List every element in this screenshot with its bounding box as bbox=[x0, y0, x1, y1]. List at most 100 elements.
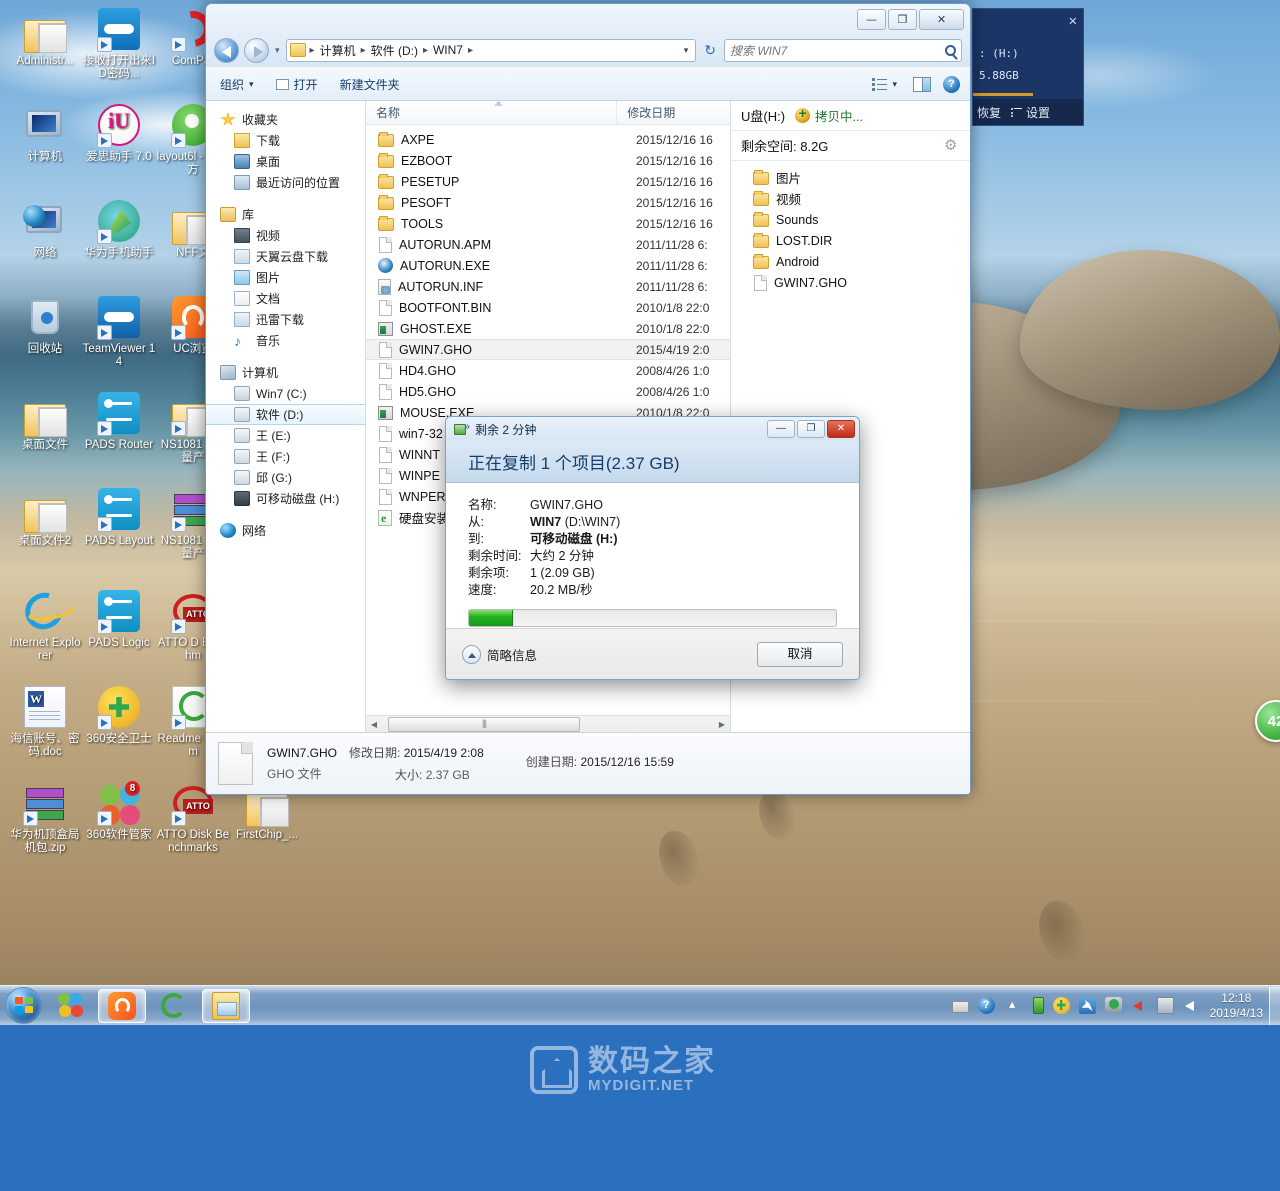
search-input[interactable]: 搜索 WIN7 bbox=[730, 42, 945, 59]
desktop-icon-recycle[interactable]: 回收站 bbox=[8, 296, 82, 356]
desktop-icon-aisi[interactable]: iU爱思助手 7.0 bbox=[82, 104, 156, 164]
desktop-icon-360soft[interactable]: 8360软件管家 bbox=[82, 782, 156, 842]
help-icon[interactable]: ? bbox=[943, 76, 960, 93]
minimize-button[interactable]: — bbox=[857, 9, 886, 30]
network-icon[interactable] bbox=[1157, 997, 1174, 1014]
cancel-button[interactable]: 取消 bbox=[757, 642, 843, 667]
udisk-item[interactable]: 视频 bbox=[731, 188, 970, 209]
udisk-item[interactable]: 图片 bbox=[731, 167, 970, 188]
nav-item-桌面[interactable]: 桌面 bbox=[206, 151, 365, 172]
breadcrumb-win7[interactable]: WIN7 bbox=[430, 42, 466, 58]
organize-button[interactable]: 组织 ▾ bbox=[216, 73, 258, 96]
nav-item-邱 (G:)[interactable]: 邱 (G:) bbox=[206, 467, 365, 488]
restore-button[interactable]: 恢复 bbox=[977, 104, 1001, 121]
scroll-right-button[interactable]: ▶ bbox=[714, 717, 730, 732]
gear-icon[interactable]: ⚙ bbox=[944, 138, 960, 154]
copy-maximize-button[interactable]: ❐ bbox=[797, 420, 825, 438]
nav-item-天翼云盘下载[interactable]: 天翼云盘下载 bbox=[206, 246, 365, 267]
settings-button[interactable]: 设置 bbox=[1011, 104, 1050, 121]
copy-dialog-titlebar[interactable]: 剩余 2 分钟 — ❐ ✕ bbox=[446, 417, 859, 441]
keyboard-icon[interactable] bbox=[952, 1001, 969, 1013]
file-row[interactable]: AUTORUN.INF2011/11/28 6: bbox=[366, 276, 730, 297]
copy-close-button[interactable]: ✕ bbox=[827, 420, 855, 438]
forward-button[interactable] bbox=[244, 38, 269, 63]
desktop-icon-folder-open[interactable]: 桌面文件 bbox=[8, 392, 82, 452]
nav-item-王 (F:)[interactable]: 王 (F:) bbox=[206, 446, 365, 467]
desktop-icon-computer[interactable]: 计算机 bbox=[8, 104, 82, 164]
nav-item-文档[interactable]: 文档 bbox=[206, 288, 365, 309]
file-row[interactable]: PESOFT2015/12/16 16 bbox=[366, 192, 730, 213]
nav-group-header[interactable]: 库 bbox=[206, 204, 365, 225]
scroll-left-button[interactable]: ◀ bbox=[366, 717, 382, 732]
show-desktop-button[interactable] bbox=[1269, 987, 1280, 1025]
desktop-icon-pads-logic[interactable]: PADS Logic bbox=[82, 590, 156, 650]
column-header-name[interactable]: 名称 bbox=[366, 101, 617, 124]
volume-icon[interactable] bbox=[1183, 997, 1200, 1014]
usb-icon[interactable] bbox=[1033, 997, 1044, 1014]
nav-item-图片[interactable]: 图片 bbox=[206, 267, 365, 288]
desktop-icon-pads-layout[interactable]: PADS Layout bbox=[82, 488, 156, 548]
file-row[interactable]: HD4.GHO2008/4/26 1:0 bbox=[366, 360, 730, 381]
change-view-button[interactable]: ▾ bbox=[868, 75, 901, 94]
breadcrumb-drive-d[interactable]: 软件 (D:) bbox=[368, 41, 421, 60]
nav-group-header[interactable]: 收藏夹 bbox=[206, 109, 365, 130]
file-row[interactable]: AXPE2015/12/16 16 bbox=[366, 129, 730, 150]
taskbar-button-explorer[interactable] bbox=[202, 989, 250, 1023]
desktop-icon-zip[interactable]: 华为机顶盒局机包.zip bbox=[8, 782, 82, 855]
navigation-pane[interactable]: 收藏夹下载桌面最近访问的位置库视频天翼云盘下载图片文档迅雷下载♪音乐计算机Win… bbox=[206, 101, 366, 732]
udisk-item[interactable]: LOST.DIR bbox=[731, 230, 970, 251]
nav-item-迅雷下载[interactable]: 迅雷下载 bbox=[206, 309, 365, 330]
less-info-button[interactable]: 简略信息 bbox=[462, 645, 537, 664]
breadcrumb-computer[interactable]: 计算机 bbox=[317, 41, 359, 60]
nav-item-软件 (D:)[interactable]: 软件 (D:) bbox=[206, 404, 365, 425]
show-hidden-icon[interactable]: ▴ bbox=[1004, 997, 1021, 1014]
copy-progress-dialog[interactable]: 剩余 2 分钟 — ❐ ✕ 正在复制 1 个项目(2.37 GB) 名称:GWI… bbox=[445, 416, 860, 680]
file-row[interactable]: GWIN7.GHO2015/4/19 2:0 bbox=[366, 339, 730, 360]
refresh-icon[interactable]: ↻ bbox=[701, 42, 719, 59]
preview-pane-icon[interactable] bbox=[913, 77, 931, 92]
taskbar-button-uc-browser[interactable] bbox=[98, 989, 146, 1023]
copy-minimize-button[interactable]: — bbox=[767, 420, 795, 438]
close-button[interactable]: ✕ bbox=[919, 9, 964, 30]
nav-item-音乐[interactable]: ♪音乐 bbox=[206, 330, 365, 351]
360-icon[interactable] bbox=[1053, 997, 1070, 1014]
file-row[interactable]: TOOLS2015/12/16 16 bbox=[366, 213, 730, 234]
nav-item-下载[interactable]: 下载 bbox=[206, 130, 365, 151]
address-bar[interactable]: ▸ 计算机 ▸ 软件 (D:) ▸ WIN7 ▸ ▾ bbox=[286, 39, 697, 62]
desktop-icon-huawei[interactable]: 华为手机助手 bbox=[82, 200, 156, 260]
nav-group-header[interactable]: 网络 bbox=[206, 520, 365, 541]
new-folder-button[interactable]: 新建文件夹 bbox=[336, 73, 404, 96]
search-icon[interactable] bbox=[945, 45, 956, 56]
nav-item-王 (E:)[interactable]: 王 (E:) bbox=[206, 425, 365, 446]
udisk-tool-panel[interactable]: ✕ : (H:) 5.88GB 恢复 设置 bbox=[972, 8, 1084, 126]
udisk-item[interactable]: GWIN7.GHO bbox=[731, 272, 970, 293]
explorer-titlebar[interactable]: — ❐ ✕ bbox=[206, 4, 970, 34]
nav-item-Win7 (C:)[interactable]: Win7 (C:) bbox=[206, 383, 365, 404]
close-icon[interactable]: ✕ bbox=[1069, 13, 1077, 29]
desktop-icon-360sec[interactable]: 360安全卫士 bbox=[82, 686, 156, 746]
help-icon[interactable]: ? bbox=[978, 997, 995, 1014]
maximize-button[interactable]: ❐ bbox=[888, 9, 917, 30]
desktop-icon-ie[interactable]: Internet Explorer bbox=[8, 590, 82, 663]
nav-group-header[interactable]: 计算机 bbox=[206, 362, 365, 383]
volume-red-icon[interactable] bbox=[1131, 997, 1148, 1014]
horizontal-scrollbar[interactable]: ◀ ▶ bbox=[366, 715, 730, 732]
file-row[interactable]: GHOST.EXE2010/1/8 22:0 bbox=[366, 318, 730, 339]
nav-item-可移动磁盘 (H:)[interactable]: 可移动磁盘 (H:) bbox=[206, 488, 365, 509]
nav-item-视频[interactable]: 视频 bbox=[206, 225, 365, 246]
back-button[interactable] bbox=[214, 38, 239, 63]
file-row[interactable]: EZBOOT2015/12/16 16 bbox=[366, 150, 730, 171]
taskbar-button-ie-browser[interactable] bbox=[150, 989, 198, 1023]
desktop-icon-pads-router[interactable]: PADS Router bbox=[82, 392, 156, 452]
taskbar[interactable]: ?▴ 12:18 2019/4/13 bbox=[0, 985, 1280, 1025]
scrollbar-thumb[interactable] bbox=[388, 717, 580, 732]
udisk-item[interactable]: Sounds bbox=[731, 209, 970, 230]
desktop-icon-word[interactable]: W海信账号、密码.doc bbox=[8, 686, 82, 759]
column-header-date[interactable]: 修改日期 bbox=[617, 101, 730, 124]
recent-locations-icon[interactable]: ▾ bbox=[274, 45, 281, 56]
nav-item-最近访问的位置[interactable]: 最近访问的位置 bbox=[206, 172, 365, 193]
start-button[interactable] bbox=[5, 987, 42, 1024]
file-row[interactable]: HD5.GHO2008/4/26 1:0 bbox=[366, 381, 730, 402]
desktop-icon-folder-user[interactable]: Administr... bbox=[8, 8, 82, 68]
taskbar-button-kingsoft[interactable] bbox=[46, 989, 94, 1023]
